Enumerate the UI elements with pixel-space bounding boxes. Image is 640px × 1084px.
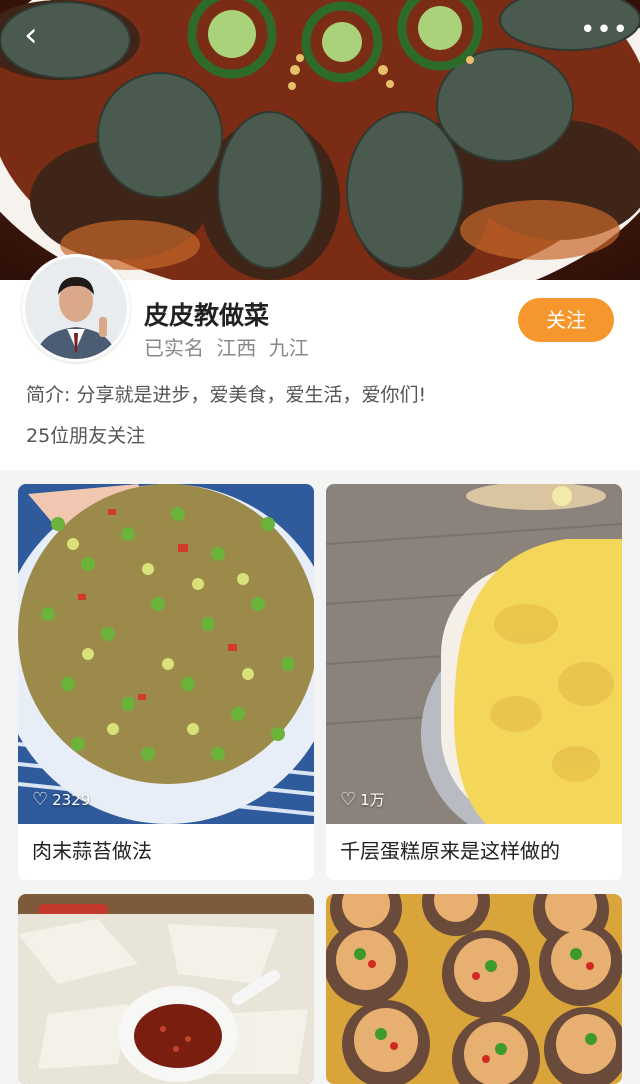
dish-stuffed-mushroom-illustration	[326, 894, 622, 1084]
avatar-portrait	[25, 257, 127, 359]
likes-count: 2329	[52, 790, 91, 809]
feed-card-title: 肉末蒜苔做法	[32, 839, 152, 863]
feed-card-image	[326, 894, 622, 1084]
more-dots-icon: •••	[580, 15, 630, 45]
dish-minced-pork-illustration	[18, 484, 314, 824]
feed-card[interactable]	[18, 894, 314, 1084]
heart-icon[interactable]: ♡	[32, 789, 48, 810]
feed-card-image	[18, 894, 314, 1084]
profile-intro: 简介: 分享就是进步，爱美食，爱生活，爱你们!	[26, 384, 427, 406]
feed-card-image: ♡ 2329	[18, 484, 314, 824]
fans-count[interactable]: 25位朋友关注	[26, 421, 145, 448]
cover-dish-illustration	[0, 0, 640, 280]
follow-button[interactable]: 关注	[518, 298, 614, 342]
dish-rice-noodle-sheet-illustration	[18, 894, 314, 1084]
feed-card-title: 千层蛋糕原来是这样做的	[340, 839, 560, 863]
profile-card: 皮皮教做菜 已实名 江西 九江 关注 简介: 分享就是进步，爱美食，爱生活，爱你…	[0, 254, 640, 470]
likes-count: 1万	[360, 791, 385, 809]
feed-card[interactable]: ♡ 2329 肉末蒜苔做法	[18, 484, 314, 880]
likes: ♡ 1万	[340, 789, 385, 810]
heart-icon[interactable]: ♡	[340, 789, 356, 810]
feed-card[interactable]	[326, 894, 622, 1084]
feed-card-image: ♡ 1万	[326, 484, 622, 824]
chevron-left-icon: ‹	[24, 15, 38, 55]
profile-name: 皮皮教做菜	[144, 301, 270, 330]
more-button[interactable]: •••	[580, 17, 628, 48]
feed-card[interactable]: ♡ 1万 千层蛋糕原来是这样做的	[326, 484, 622, 880]
back-button[interactable]: ‹	[24, 18, 58, 52]
likes: ♡ 2329	[32, 789, 90, 810]
avatar[interactable]	[22, 254, 130, 362]
profile-meta: 已实名 江西 九江	[144, 336, 309, 360]
cover-image: ‹ •••	[0, 0, 640, 280]
dish-crepe-cake-illustration	[326, 484, 622, 824]
